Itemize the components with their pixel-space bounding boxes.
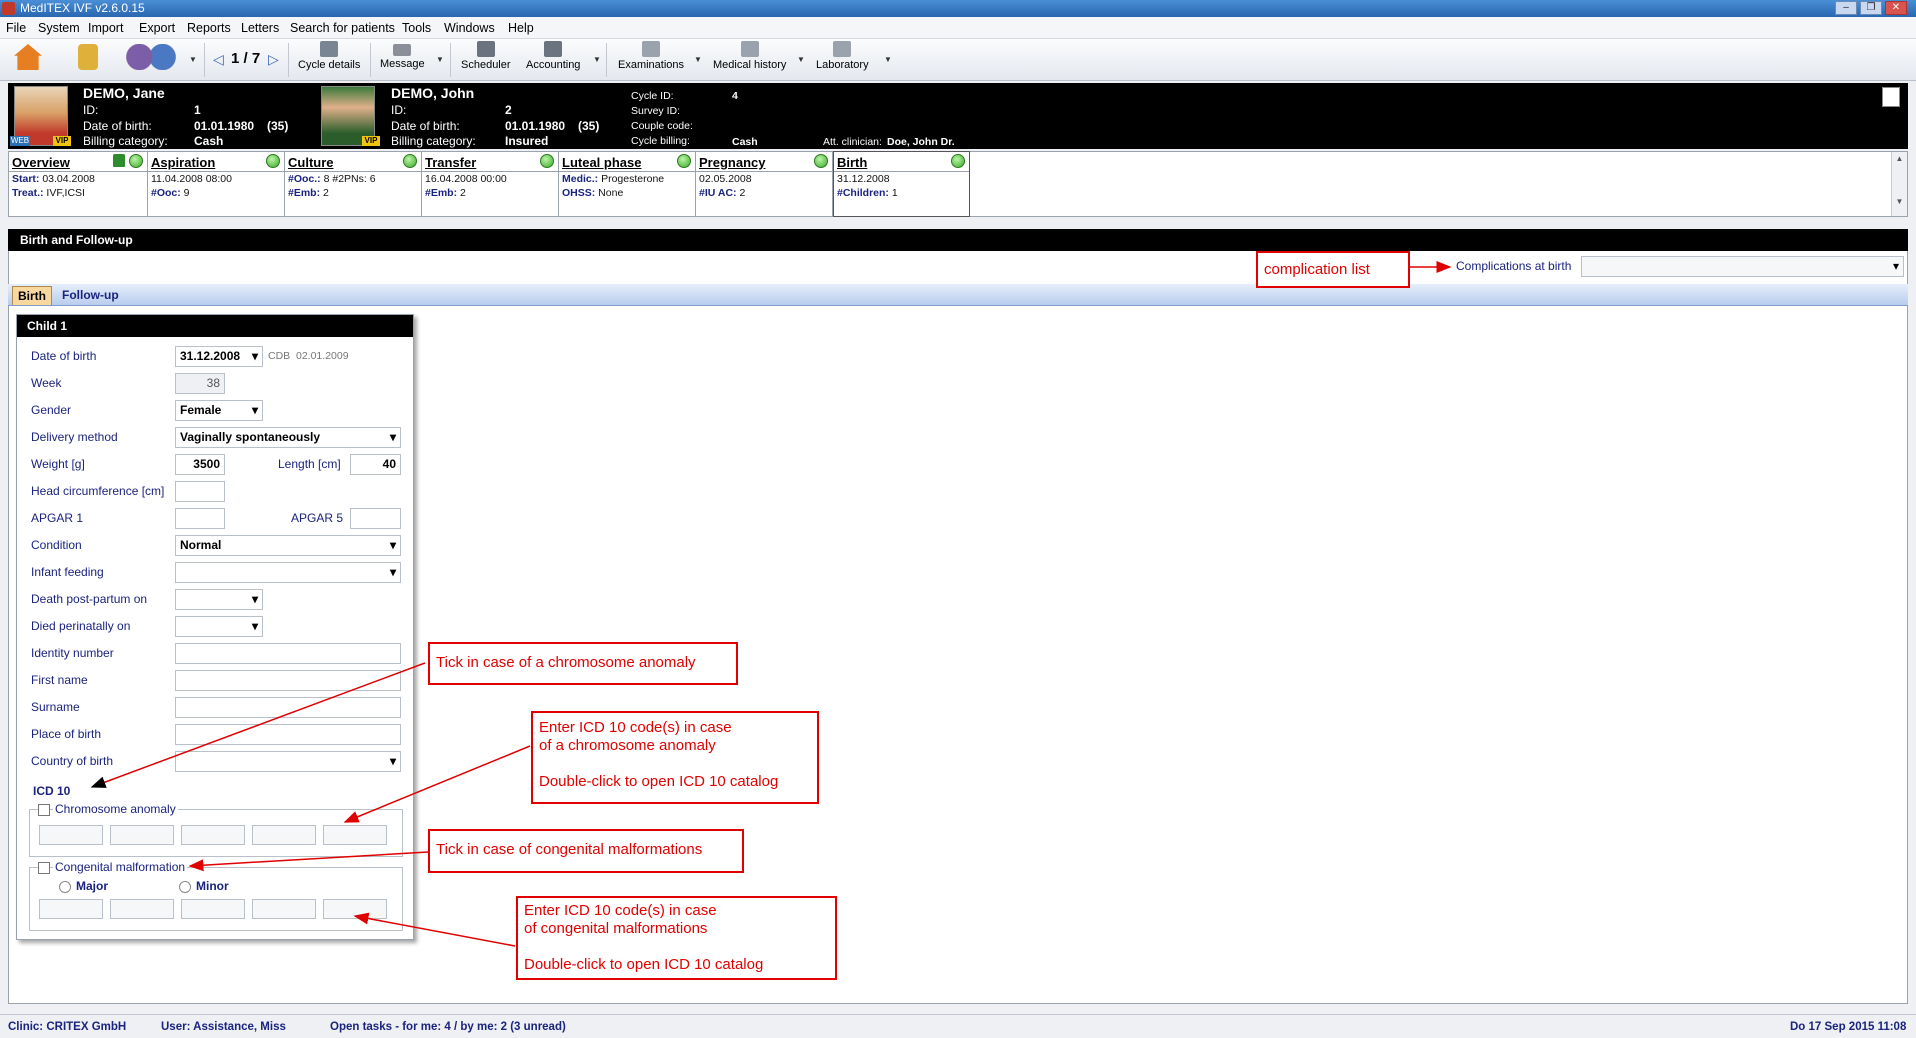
arrow-chromosome-icd — [343, 745, 531, 823]
note-tick-chromosome: Tick in case of a chromosome anomaly — [428, 642, 738, 685]
arrow-malformation-icd — [353, 912, 516, 947]
note-icd-chromosome: Enter ICD 10 code(s) in case of a chromo… — [531, 711, 819, 804]
note-tick-malformation: Tick in case of congenital malformations — [428, 829, 744, 873]
status-clinic: Clinic: CRITEX GmbH — [8, 1021, 127, 1033]
status-user: User: Assistance, Miss — [161, 1021, 286, 1033]
note-line: Double-click to open ICD 10 catalog — [539, 773, 779, 790]
note-line: Enter ICD 10 code(s) in case — [524, 902, 717, 919]
note-line: Enter ICD 10 code(s) in case — [539, 719, 732, 736]
note-icd-malformation: Enter ICD 10 code(s) in case of congenit… — [516, 896, 837, 980]
note-line: of a chromosome anomaly — [539, 737, 716, 754]
status-open-tasks[interactable]: Open tasks - for me: 4 / by me: 2 (3 unr… — [330, 1021, 566, 1033]
note-complication-list: complication list — [1256, 251, 1410, 288]
status-datetime: Do 17 Sep 2015 11:08 — [1790, 1021, 1907, 1033]
arrow-chromosome-checkbox — [90, 662, 426, 788]
note-line: Double-click to open ICD 10 catalog — [524, 956, 764, 973]
arrow-malformation-checkbox — [188, 851, 429, 872]
annotation-arrows — [90, 261, 1452, 947]
status-bar: Clinic: CRITEX GmbH User: Assistance, Mi… — [0, 1014, 1916, 1038]
note-line: of congenital malformations — [524, 920, 708, 937]
